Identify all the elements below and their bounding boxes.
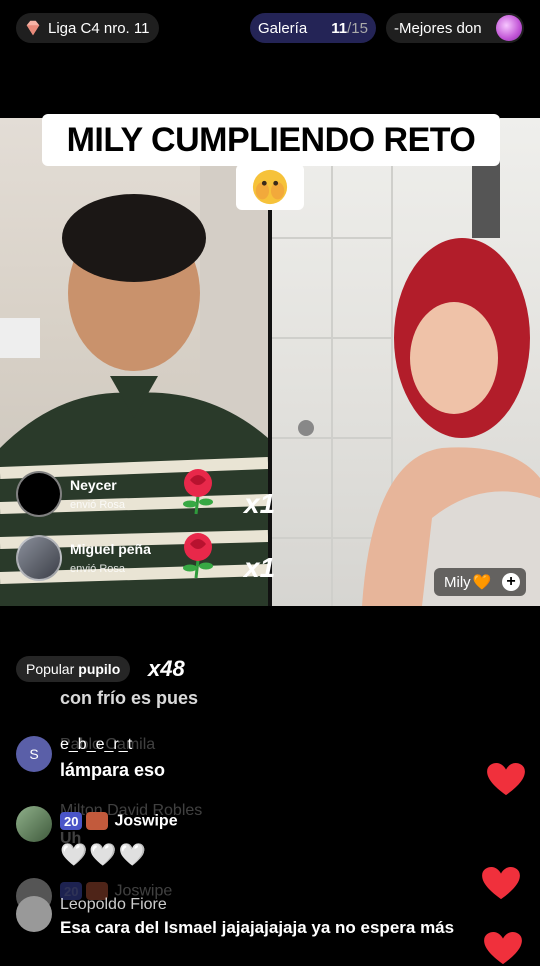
streamer-video-image — [272, 118, 540, 606]
popular-multiplier: x48 — [148, 656, 185, 681]
avatar[interactable] — [16, 535, 62, 581]
level-badge: 20 — [60, 812, 83, 830]
gift-multiplier: x1 — [244, 488, 276, 519]
comment-text: lámpara eso — [60, 760, 166, 780]
gift-description: envió Rosa — [70, 563, 126, 575]
heart-icon — [482, 867, 520, 900]
lollipop-icon — [496, 15, 522, 41]
white-hearts: 🤍🤍🤍 — [60, 842, 149, 867]
rose-icon — [183, 469, 213, 515]
popular-name: pupilo — [78, 661, 121, 677]
comment-username[interactable]: Leopoldo Fiore — [60, 896, 167, 914]
popular-gift-pill[interactable]: Popular pupilo — [16, 656, 131, 682]
orange-heart-icon: 🧡 — [472, 574, 492, 591]
avatar[interactable] — [16, 806, 52, 842]
best-donors-label: -Mejores don — [394, 19, 482, 37]
comment-text: con frío es pues — [60, 688, 199, 708]
comment-username[interactable]: Joswipe — [114, 813, 177, 830]
avatar[interactable] — [16, 896, 52, 932]
follow-plus-button[interactable]: + — [502, 573, 520, 591]
comment-user-row: 20 Joswipe — [60, 812, 178, 831]
heart-icon — [484, 932, 522, 965]
league-pill[interactable]: Liga C4 nro. 11 — [16, 13, 159, 43]
challenge-title: MILY CUMPLIENDO RETO — [42, 114, 500, 166]
gallery-counter: 11/15 — [331, 19, 368, 37]
diamond-icon — [26, 20, 40, 36]
gift-notification: Miguel peña envió Rosa x1 — [16, 532, 275, 584]
gift-description: envió Rosa — [70, 499, 126, 511]
best-donors-pill[interactable]: -Mejores don — [386, 13, 524, 43]
gallery-pill[interactable]: Galería 11/15 — [250, 13, 376, 43]
avatar[interactable] — [16, 471, 62, 517]
comment-text: Esa cara del Ismael jajajajajaja ya no e… — [60, 918, 455, 937]
avatar[interactable]: S — [16, 736, 52, 772]
fan-badge — [86, 812, 109, 831]
rose-icon — [183, 533, 213, 579]
popular-label: Popular — [26, 661, 75, 677]
gift-sender-name: Neycer — [70, 477, 117, 493]
face-emoji-icon — [236, 164, 304, 210]
league-label: Liga C4 nro. 11 — [48, 19, 150, 37]
gift-notification: Neycer envió Rosa x1 — [16, 468, 275, 520]
gift-sender-name: Miguel peña — [70, 541, 151, 557]
streamer-video-right[interactable] — [272, 118, 540, 606]
gallery-label: Galería — [258, 19, 308, 37]
heart-icon — [487, 763, 525, 796]
streamer-name: Mily — [444, 573, 471, 591]
gift-multiplier: x1 — [244, 552, 276, 583]
streamer-name-tag[interactable]: Mily 🧡 + — [434, 568, 526, 596]
top-bar: Liga C4 nro. 11 Galería 11/15 -Mejores d… — [0, 0, 540, 60]
comment-username[interactable]: e_b_e_r_t — [60, 736, 132, 754]
